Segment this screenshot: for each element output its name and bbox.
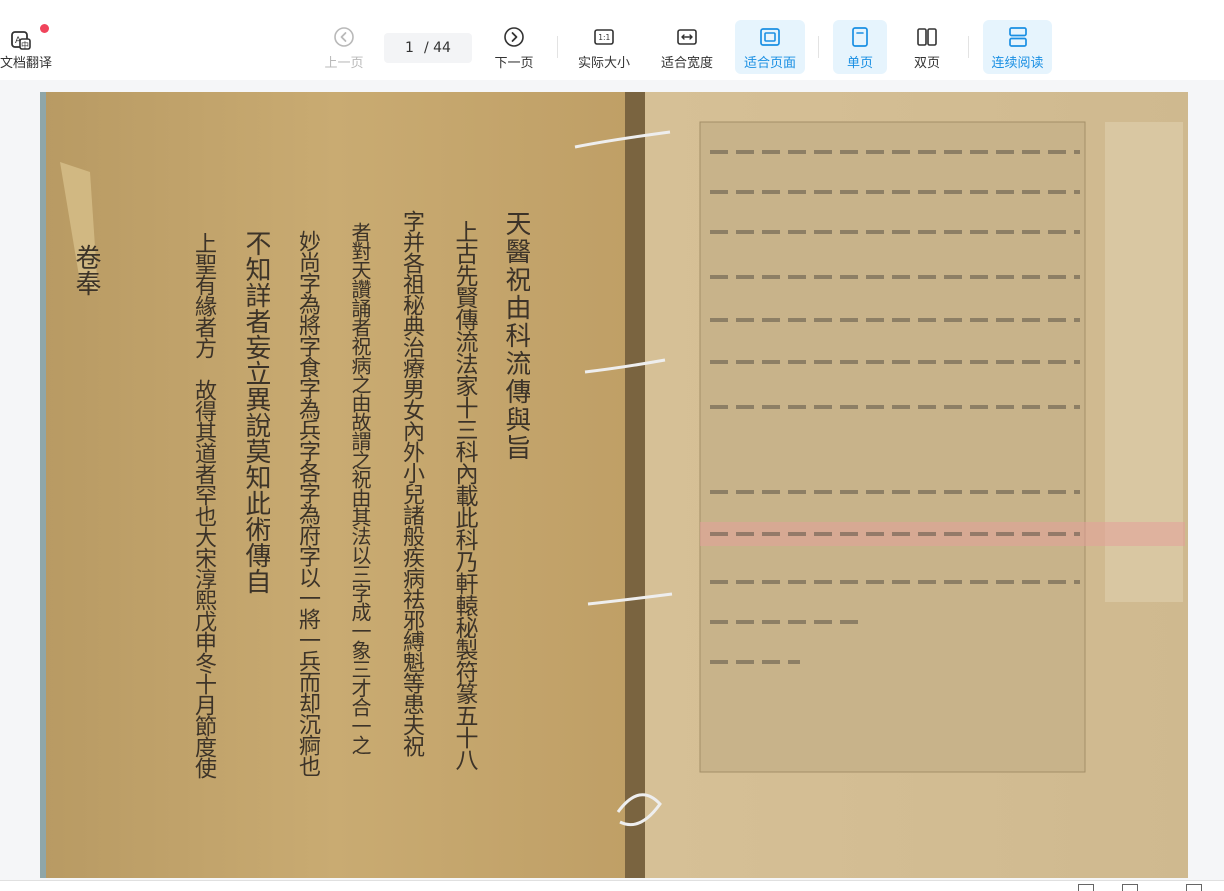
fit-page-icon (760, 28, 780, 46)
double-page-icon (917, 28, 937, 46)
prev-page-icon (334, 27, 354, 47)
actual-size-label: 实际大小 (577, 56, 630, 71)
translate-label: 文档翻译 (0, 56, 53, 71)
translate-button[interactable]: A 中 文档翻译 (0, 20, 52, 74)
total-pages: / 44 (423, 40, 451, 56)
document-page-scan: 天醫祝由科流傳與旨 上古先賢傳流法家十三科內載此科乃軒轅秘製符篆五十八 字并各祖… (40, 92, 1188, 878)
toolbar-divider (557, 36, 558, 58)
next-page-label: 下一页 (494, 56, 534, 71)
single-page-icon (852, 27, 868, 47)
single-page-button[interactable]: 单页 (833, 20, 887, 74)
toolbar: A 中 文档翻译 上一页 1 / 44 下一页 1:1 实际大小 适合宽度 适合… (0, 0, 1224, 80)
next-page-icon (504, 27, 524, 47)
text-column: 者對天讚誦者祝病之由故謂之祝由其法以三字成一象三才合一之 (348, 222, 372, 754)
fit-width-button[interactable]: 适合宽度 (655, 20, 719, 74)
page-thumbnail-icon[interactable] (1078, 884, 1094, 891)
fit-page-button[interactable]: 适合页面 (735, 20, 805, 74)
side-label: 卷奉 (71, 244, 101, 296)
text-column: 不知詳者妄立異說莫知此術傳自 (241, 230, 270, 594)
actual-size-icon: 1:1 (594, 29, 614, 45)
continuous-read-label: 连续阅读 (991, 56, 1044, 71)
document-viewer[interactable]: 天醫祝由科流傳與旨 上古先賢傳流法家十三科內載此科乃軒轅秘製符篆五十八 字并各祖… (0, 80, 1224, 880)
translate-icon: A 中 (11, 31, 31, 50)
next-page-button[interactable]: 下一页 (488, 20, 540, 74)
svg-text:中: 中 (21, 40, 29, 50)
continuous-read-button[interactable]: 连续阅读 (983, 20, 1052, 74)
text-column: 上古先賢傳流法家十三科內載此科乃軒轅秘製符篆五十八 (451, 220, 477, 770)
toolbar-divider (968, 36, 969, 58)
handwritten-columns: 天醫祝由科流傳與旨 上古先賢傳流法家十三科內載此科乃軒轅秘製符篆五十八 字并各祖… (110, 210, 530, 850)
prev-page-button[interactable]: 上一页 (318, 20, 370, 74)
double-page-button[interactable]: 双页 (900, 20, 954, 74)
toolbar-divider (818, 36, 819, 58)
text-column: 上聖有緣者方 故得其道者罕也大宋淳熙戊申冬十月節度使 (191, 232, 216, 778)
fit-page-label: 适合页面 (743, 56, 796, 71)
notification-dot (40, 24, 49, 33)
text-column: 妙尚字為將字食字為兵字各字為府字以一將一兵而却沉痾也 (295, 230, 320, 776)
prev-page-label: 上一页 (324, 56, 364, 71)
svg-text:1:1: 1:1 (598, 33, 610, 42)
page-indicator[interactable]: 1 / 44 (384, 33, 472, 63)
actual-size-button[interactable]: 1:1 实际大小 (572, 20, 636, 74)
panel-toggle-icon[interactable] (1186, 884, 1202, 891)
fit-width-label: 适合宽度 (660, 56, 713, 71)
double-page-label: 双页 (913, 56, 940, 71)
grid-view-icon[interactable] (1122, 884, 1138, 891)
continuous-read-icon (1008, 27, 1027, 47)
text-column: 字并各祖秘典治療男女內外小兒諸般疾病祛邪縛魁等患夫祝 (399, 210, 424, 756)
text-column: 天醫祝由科流傳與旨 (501, 210, 530, 462)
single-page-label: 单页 (846, 56, 873, 71)
fit-width-icon (677, 29, 697, 45)
current-page-input[interactable]: 1 (405, 40, 414, 56)
